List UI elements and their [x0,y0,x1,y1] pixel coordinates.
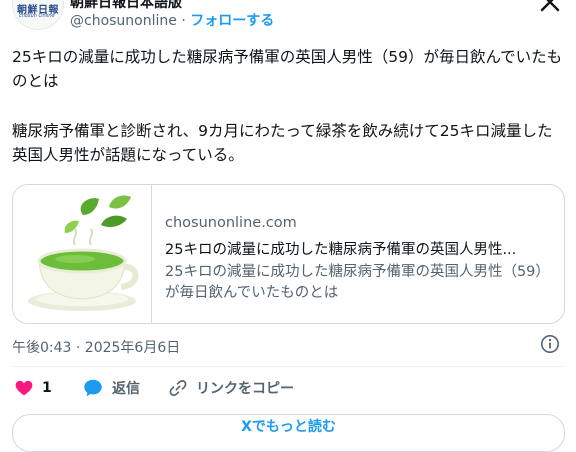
avatar-logo-en: chosun Online [19,13,55,19]
heart-icon [15,380,33,396]
card-thumbnail [13,185,152,323]
avatar[interactable]: 朝鮮日報 chosun Online [12,0,64,30]
handle-row: @chosunonline · フォローする [70,10,274,30]
reply-bubble-icon [84,379,102,397]
tweet-text: 25キロの減量に成功した糖尿病予備軍の英国人男性（59）が毎日飲んでいたものとは… [12,45,564,167]
card-title: 25キロの減量に成功した糖尿病予備軍の英国人男性... [165,242,517,258]
follow-button[interactable]: フォローする [190,13,274,29]
link-preview-card[interactable]: chosunonline.com 25キロの減量に成功した糖尿病予備軍の英国人男… [12,184,565,324]
like-button[interactable]: 1 [14,376,52,400]
tweet-header: 朝鮮日報 chosun Online 朝鮮日報日本語版 @chosunonlin… [0,0,576,40]
handle[interactable]: @chosunonline [70,13,177,29]
timestamp[interactable]: 午後0:43 · 2025年6月6日 [12,337,180,357]
divider [12,366,564,367]
copy-link-label: リンクをコピー [196,381,294,397]
tweet-paragraph-1: 25キロの減量に成功した糖尿病予備軍の英国人男性（59）が毎日飲んでいたものとは [12,48,563,90]
read-more-button[interactable]: Xでもっと読む [12,414,565,452]
card-domain: chosunonline.com [165,215,297,231]
reply-label: 返信 [112,381,140,397]
copy-link-button[interactable]: リンクをコピー [168,376,294,400]
green-tea-cup-image [28,195,139,311]
info-icon[interactable] [540,334,560,354]
like-count: 1 [42,380,52,396]
close-icon [538,0,566,14]
separator: · [176,13,191,29]
reply-button[interactable]: 返信 [82,376,140,400]
card-description: 25キロの減量に成功した糖尿病予備軍の英国人男性（59）が毎日飲んでいたものとは [165,264,550,301]
tweet-paragraph-2: 糖尿病予備軍と診断され、9カ月にわたって緑茶を飲み続けて25キロ減量した英国人男… [12,122,553,164]
link-icon [169,380,187,396]
close-button[interactable] [538,0,566,18]
